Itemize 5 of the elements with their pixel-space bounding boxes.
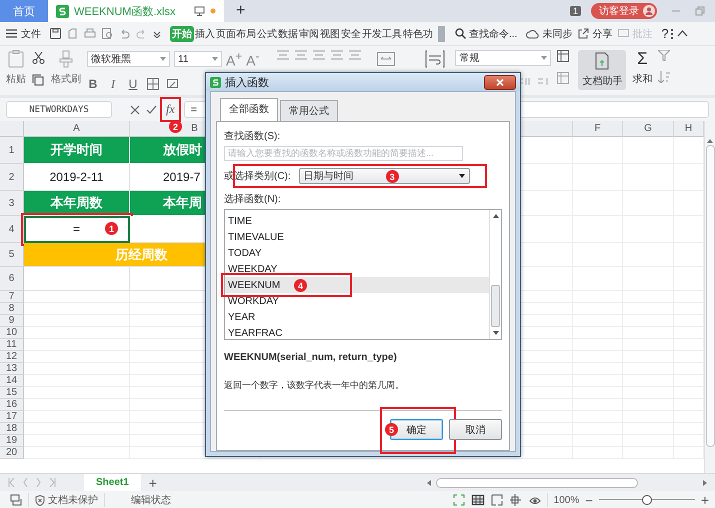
step-badge: 5	[385, 423, 398, 436]
function-description: 返回一个数字，该数字代表一年中的第几周。	[224, 379, 404, 392]
dialog-title: 插入函数	[225, 76, 269, 90]
function-signature: WEEKNUM(serial_num, return_type)	[224, 352, 397, 363]
edit-status: 编辑状态	[131, 494, 171, 507]
